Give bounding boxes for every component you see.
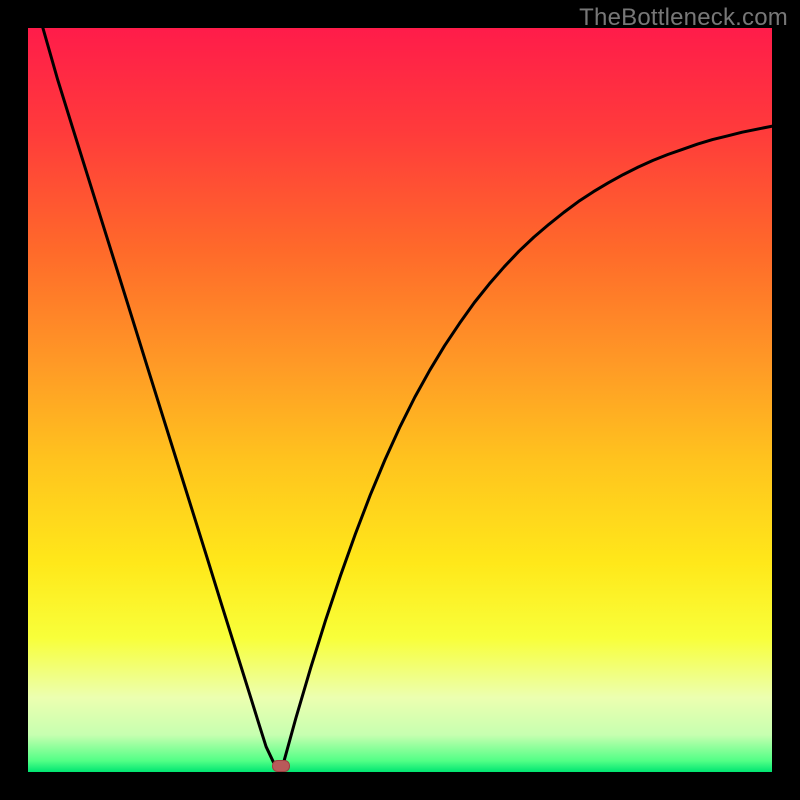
watermark-text: TheBottleneck.com (579, 4, 788, 32)
plot-background-gradient (28, 28, 772, 772)
plot-area (28, 28, 772, 772)
chart-frame: TheBottleneck.com (0, 0, 800, 800)
plot-svg (28, 28, 772, 772)
optimum-marker (273, 761, 290, 772)
